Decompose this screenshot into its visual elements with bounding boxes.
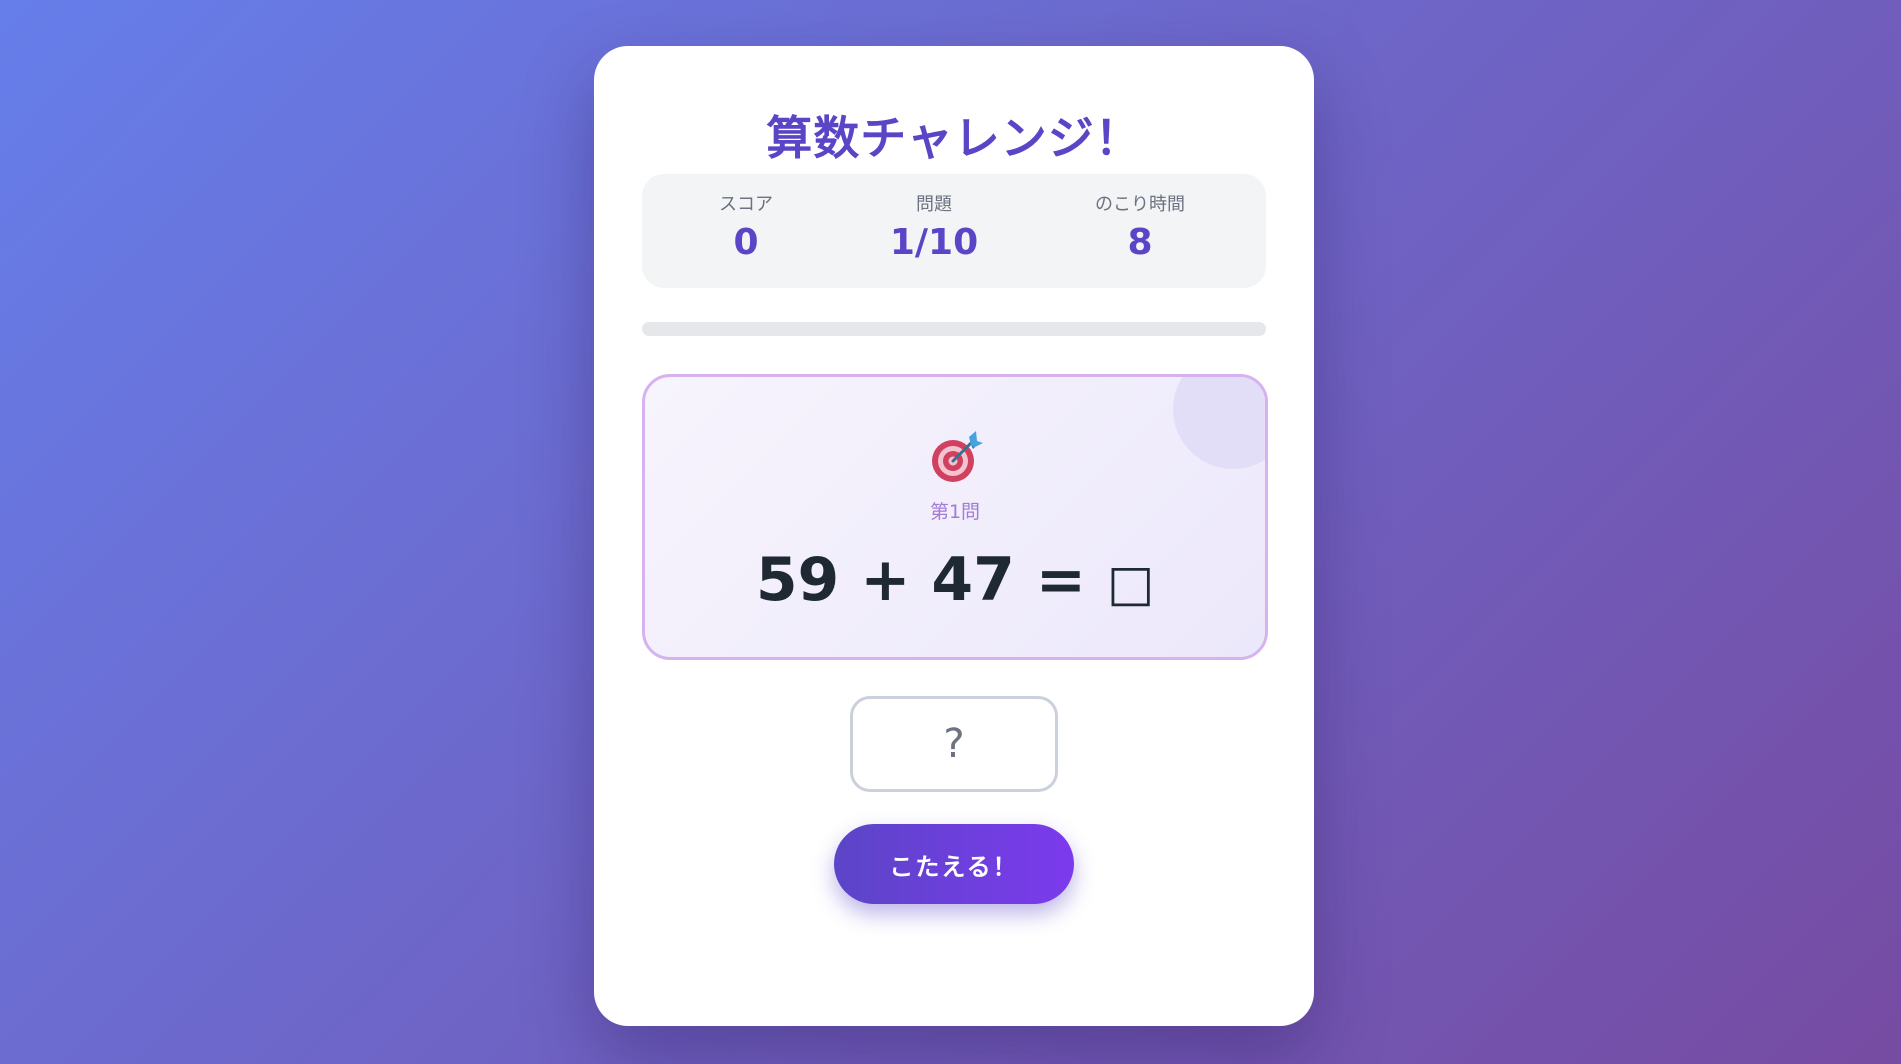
progress-bar bbox=[642, 322, 1266, 336]
equals-sign: = bbox=[1035, 545, 1087, 615]
question-count-value: 1/10 bbox=[889, 222, 979, 263]
score-label: スコア bbox=[719, 194, 773, 215]
question-count-label: 問題 bbox=[916, 194, 952, 215]
game-card: 算数チャレンジ！ スコア 0 問題 1/10 のこり時間 8 第1問 59 + … bbox=[594, 46, 1314, 1026]
target-icon bbox=[932, 431, 983, 482]
stat-score: スコア 0 bbox=[666, 192, 826, 268]
operand-a: 59 bbox=[755, 545, 840, 615]
decorative-circle bbox=[1173, 377, 1265, 469]
operand-b: 47 bbox=[931, 545, 1015, 615]
operator: + bbox=[860, 545, 911, 615]
page-title: 算数チャレンジ！ bbox=[766, 111, 1142, 165]
stat-time-left: のこり時間 8 bbox=[1060, 192, 1220, 268]
stat-question: 問題 1/10 bbox=[854, 192, 1014, 268]
time-left-value: 8 bbox=[1127, 222, 1153, 263]
question-number: 第1問 bbox=[929, 501, 981, 523]
stats-panel: スコア 0 問題 1/10 のこり時間 8 bbox=[642, 174, 1266, 288]
question-card: 第1問 59 + 47 = □ bbox=[642, 374, 1268, 660]
answer-blank: □ bbox=[1106, 554, 1155, 612]
submit-button[interactable]: こたえる！ bbox=[834, 824, 1074, 904]
equation: 59 + 47 = □ bbox=[645, 545, 1265, 615]
answer-input[interactable] bbox=[850, 696, 1058, 792]
time-left-label: のこり時間 bbox=[1095, 194, 1185, 215]
score-value: 0 bbox=[733, 222, 759, 263]
